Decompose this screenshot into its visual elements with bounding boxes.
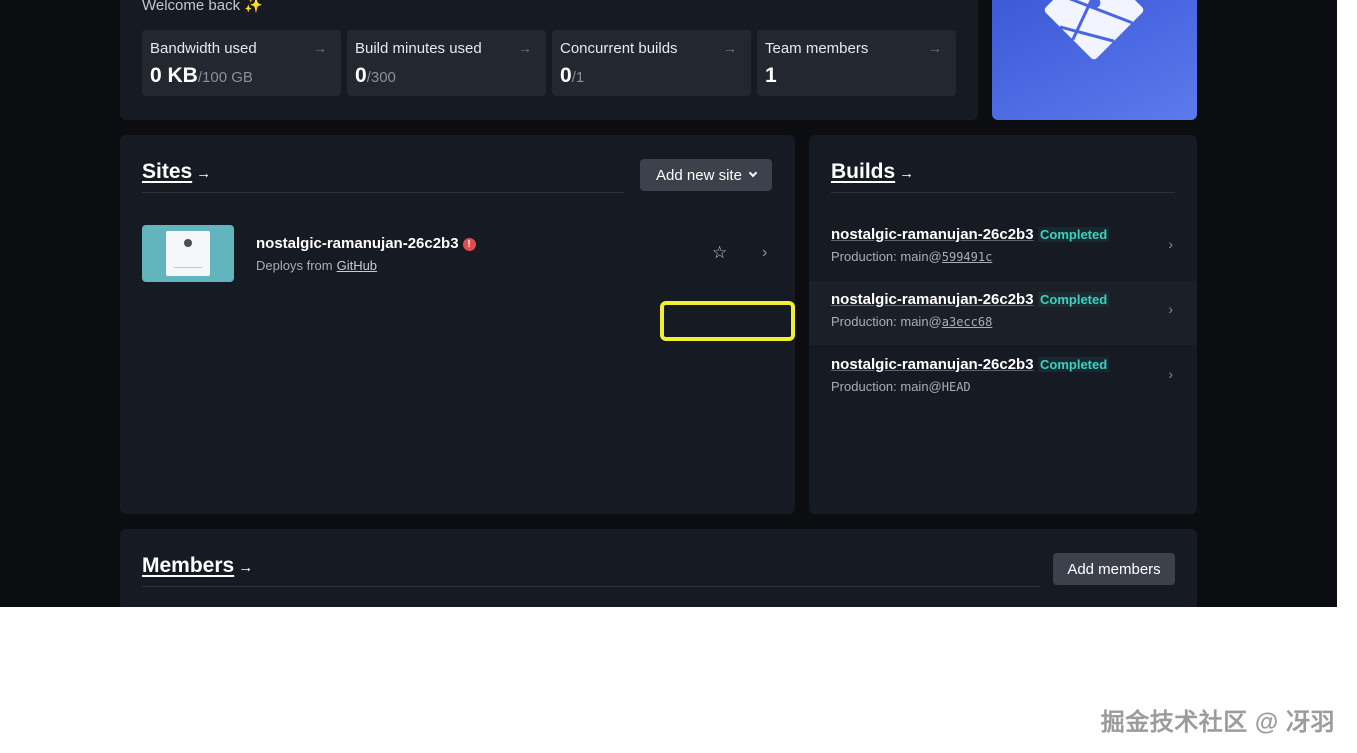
warning-icon: ! — [462, 238, 476, 251]
site-deploy-source: Deploys from GitHub — [256, 258, 377, 273]
build-context-label: Production: main@ — [831, 379, 942, 394]
build-site-name[interactable]: nostalgic-ramanujan-26c2b3 — [831, 226, 1034, 243]
arrow-right-icon: → — [899, 165, 915, 182]
stat-label: Team members — [765, 40, 869, 57]
stat-label: Bandwidth used — [150, 40, 257, 57]
commit-link[interactable]: 599491c — [942, 250, 993, 264]
build-context: Production: main@HEAD — [831, 379, 971, 394]
status-badge: Completed — [1038, 227, 1110, 242]
build-context: Production: main@599491c — [831, 249, 992, 264]
chevron-down-icon — [748, 168, 758, 178]
sites-heading[interactable]: Sites → — [142, 160, 211, 184]
divider — [142, 192, 624, 193]
build-row[interactable]: nostalgic-ramanujan-26c2b3 Completed Pro… — [809, 216, 1197, 280]
avatar-icon — [184, 239, 192, 247]
usage-stats: Bandwidth used → 0 KB/100 GB Build minut… — [142, 30, 956, 96]
chevron-right-icon[interactable]: › — [1168, 366, 1173, 382]
site-name-text: nostalgic-ramanujan-26c2b3 — [256, 235, 459, 252]
usage-panel: Welcome back ✨ Bandwidth used → 0 KB/100… — [120, 0, 978, 120]
build-context-label: Production: main@ — [831, 314, 942, 329]
stat-card-build-minutes[interactable]: Build minutes used → 0/300 — [347, 30, 546, 96]
stat-card-bandwidth[interactable]: Bandwidth used → 0 KB/100 GB — [142, 30, 341, 96]
members-panel: Members → Add members — [120, 529, 1197, 607]
stat-number: 1 — [765, 64, 777, 87]
chevron-right-icon[interactable]: › — [1168, 301, 1173, 317]
site-thumbnail[interactable] — [142, 225, 234, 282]
site-preview-image — [166, 231, 210, 276]
stat-number: 0 KB — [150, 64, 198, 87]
build-site-name[interactable]: nostalgic-ramanujan-26c2b3 — [831, 356, 1034, 373]
stat-limit: /1 — [571, 69, 585, 86]
annotation-highlight-box — [660, 301, 795, 341]
build-site-name[interactable]: nostalgic-ramanujan-26c2b3 — [831, 291, 1034, 308]
stat-value: 1 — [765, 64, 777, 88]
add-members-button[interactable]: Add members — [1053, 553, 1175, 585]
stat-limit: /100 GB — [197, 69, 253, 86]
stat-number: 0 — [355, 64, 367, 87]
stat-value: 0 KB/100 GB — [150, 64, 253, 88]
commit-link[interactable]: a3ecc68 — [942, 315, 993, 329]
arrow-right-icon: → — [196, 165, 212, 182]
add-new-site-button[interactable]: Add new site — [640, 159, 772, 191]
build-context: Production: main@a3ecc68 — [831, 314, 992, 329]
star-icon[interactable]: ☆ — [712, 243, 727, 263]
builds-heading[interactable]: Builds → — [831, 160, 914, 184]
members-heading[interactable]: Members → — [142, 554, 253, 578]
divider — [142, 586, 1040, 587]
status-badge: Completed — [1038, 357, 1110, 372]
chevron-right-icon[interactable]: › — [1168, 236, 1173, 252]
commit-ref: HEAD — [941, 380, 971, 394]
github-link[interactable]: GitHub — [337, 258, 377, 273]
stat-limit: /300 — [366, 69, 396, 86]
deploys-from-label: Deploys from — [256, 258, 333, 273]
builds-panel: Builds → nostalgic-ramanujan-26c2b3 Compl… — [809, 135, 1197, 514]
arrow-right-icon: → — [723, 40, 737, 56]
stat-number: 0 — [560, 64, 572, 87]
members-title: Members — [142, 554, 235, 577]
stat-label: Concurrent builds — [560, 40, 678, 57]
add-members-label: Add members — [1067, 560, 1161, 578]
netlify-logo-icon — [1044, 0, 1144, 60]
arrow-right-icon: → — [313, 40, 327, 56]
site-name[interactable]: nostalgic-ramanujan-26c2b3! — [256, 235, 476, 252]
chevron-right-icon[interactable]: › — [762, 244, 767, 262]
watermark-text: 掘金技术社区 @ 冴羽 — [1100, 709, 1335, 736]
builds-title: Builds — [831, 160, 896, 183]
stat-card-concurrent-builds[interactable]: Concurrent builds → 0/1 — [552, 30, 751, 96]
add-new-site-label: Add new site — [656, 166, 742, 184]
arrow-right-icon: → — [238, 559, 254, 576]
stat-label: Build minutes used — [355, 40, 482, 57]
arrow-right-icon: → — [928, 40, 942, 56]
welcome-text: Welcome back ✨ — [142, 0, 263, 14]
build-context-label: Production: main@ — [831, 249, 942, 264]
preview-line — [174, 267, 202, 268]
sites-title: Sites — [142, 160, 193, 183]
stat-card-team-members[interactable]: Team members → 1 — [757, 30, 956, 96]
build-row[interactable]: nostalgic-ramanujan-26c2b3 Completed Pro… — [809, 281, 1197, 345]
stat-value: 0/1 — [560, 64, 584, 88]
stat-value: 0/300 — [355, 64, 396, 88]
arrow-right-icon: → — [518, 40, 532, 56]
dashboard: Welcome back ✨ Bandwidth used → 0 KB/100… — [0, 0, 1337, 607]
netlify-logo-card — [992, 0, 1197, 120]
divider — [831, 192, 1175, 193]
status-badge: Completed — [1038, 292, 1110, 307]
build-row[interactable]: nostalgic-ramanujan-26c2b3 Completed Pro… — [809, 346, 1197, 410]
